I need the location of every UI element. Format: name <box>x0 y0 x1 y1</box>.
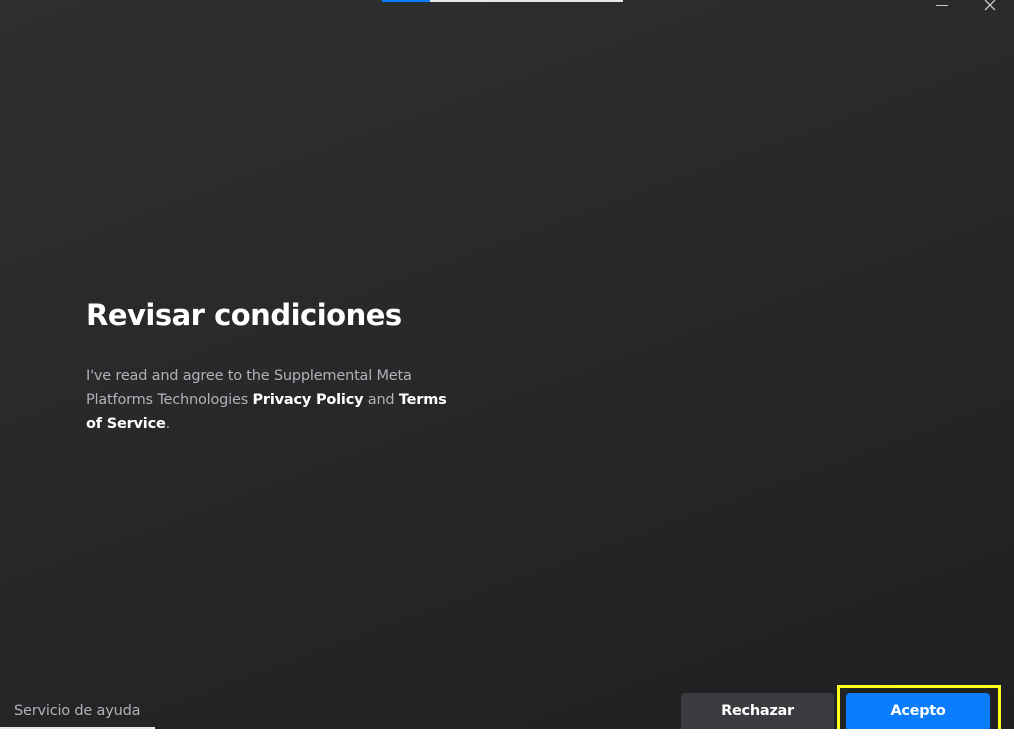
reject-button[interactable]: Rechazar <box>681 693 834 729</box>
help-link-underline <box>0 727 155 729</box>
help-center-link[interactable]: Servicio de ayuda <box>14 703 140 719</box>
progress-bar <box>382 0 623 2</box>
privacy-policy-link[interactable]: Privacy Policy <box>252 392 363 408</box>
terms-suffix: . <box>165 416 171 432</box>
minimize-button[interactable] <box>928 0 956 16</box>
app-window: Revisar condiciones I've read and agree … <box>0 0 1014 729</box>
minimize-icon <box>936 5 948 6</box>
progress-bar-fill <box>382 0 431 2</box>
close-icon <box>984 0 996 11</box>
terms-text: I've read and agree to the Supplemental … <box>86 364 466 436</box>
terms-middle: and <box>363 392 399 408</box>
page-title: Revisar condiciones <box>86 298 402 332</box>
accept-button[interactable]: Acepto <box>846 693 990 729</box>
close-button[interactable] <box>976 0 1004 16</box>
